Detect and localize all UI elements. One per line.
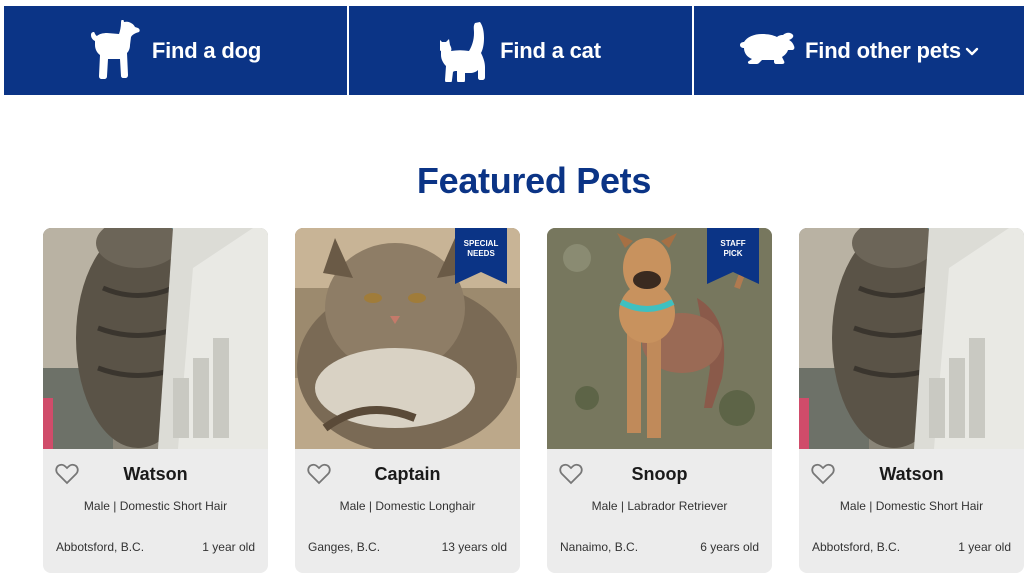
pet-card[interactable]: Watson Male | Domestic Short Hair Abbots…: [799, 228, 1024, 573]
pet-description: Male | Labrador Retriever: [591, 499, 728, 513]
rabbit-icon: [739, 31, 797, 71]
featured-pets-title: Featured Pets: [416, 160, 652, 201]
cat-icon: [440, 20, 492, 82]
pet-location: Abbotsford, B.C.: [812, 540, 901, 554]
pet-card[interactable]: STAFF PICK Snoop Male | Labrador Retrieve…: [547, 228, 772, 573]
pet-photo[interactable]: [43, 228, 268, 449]
pet-photo[interactable]: STAFF PICK: [547, 228, 772, 449]
pet-type-nav: Find a dog Find a cat Find other pets: [4, 6, 1024, 95]
pet-age: 6 years old: [700, 540, 759, 554]
pet-card-info: Watson Male | Domestic Short Hair Abbots…: [799, 449, 1024, 573]
pet-description: Male | Domestic Longhair: [339, 499, 476, 513]
dog-icon: [90, 19, 144, 82]
pet-age: 1 year old: [202, 540, 255, 554]
ribbon-line2: NEEDS: [467, 249, 495, 258]
pet-card-info: Captain Male | Domestic Longhair Ganges,…: [295, 449, 520, 573]
find-a-cat-button[interactable]: Find a cat: [349, 6, 692, 95]
pet-age: 1 year old: [958, 540, 1011, 554]
pet-card-info: Watson Male | Domestic Short Hair Abbots…: [43, 449, 268, 573]
pet-name[interactable]: Watson: [43, 464, 268, 485]
pet-description: Male | Domestic Short Hair: [839, 499, 984, 513]
pet-photo[interactable]: SPECIAL NEEDS: [295, 228, 520, 449]
ribbon-line2: PICK: [723, 249, 743, 258]
find-other-pets-dropdown[interactable]: Find other pets: [694, 6, 1024, 95]
pet-name[interactable]: Snoop: [547, 464, 772, 485]
nav-item-label: Find a dog: [151, 37, 262, 63]
staff-pick-ribbon: STAFF PICK: [707, 228, 759, 284]
nav-item-label: Find a cat: [500, 37, 601, 63]
pet-photo[interactable]: [799, 228, 1024, 449]
pet-card[interactable]: Watson Male | Domestic Short Hair Abbots…: [43, 228, 268, 573]
pet-description: Male | Domestic Short Hair: [83, 499, 228, 513]
pet-name[interactable]: Captain: [295, 464, 520, 485]
chevron-down-icon: [965, 47, 979, 57]
pet-location: Ganges, B.C.: [308, 540, 381, 554]
ribbon-line1: STAFF: [720, 239, 746, 248]
find-a-dog-button[interactable]: Find a dog: [4, 6, 347, 95]
pet-age: 13 years old: [441, 540, 507, 554]
special-needs-ribbon: SPECIAL NEEDS: [455, 228, 507, 284]
pet-location: Abbotsford, B.C.: [56, 540, 145, 554]
pet-card-info: Snoop Male | Labrador Retriever Nanaimo,…: [547, 449, 772, 573]
nav-item-label: Find other pets: [805, 37, 961, 63]
pet-name[interactable]: Watson: [799, 464, 1024, 485]
pet-location: Nanaimo, B.C.: [560, 540, 639, 554]
pet-card[interactable]: SPECIAL NEEDS Captain Male | Domestic Lon…: [295, 228, 520, 573]
ribbon-line1: SPECIAL: [463, 239, 499, 248]
